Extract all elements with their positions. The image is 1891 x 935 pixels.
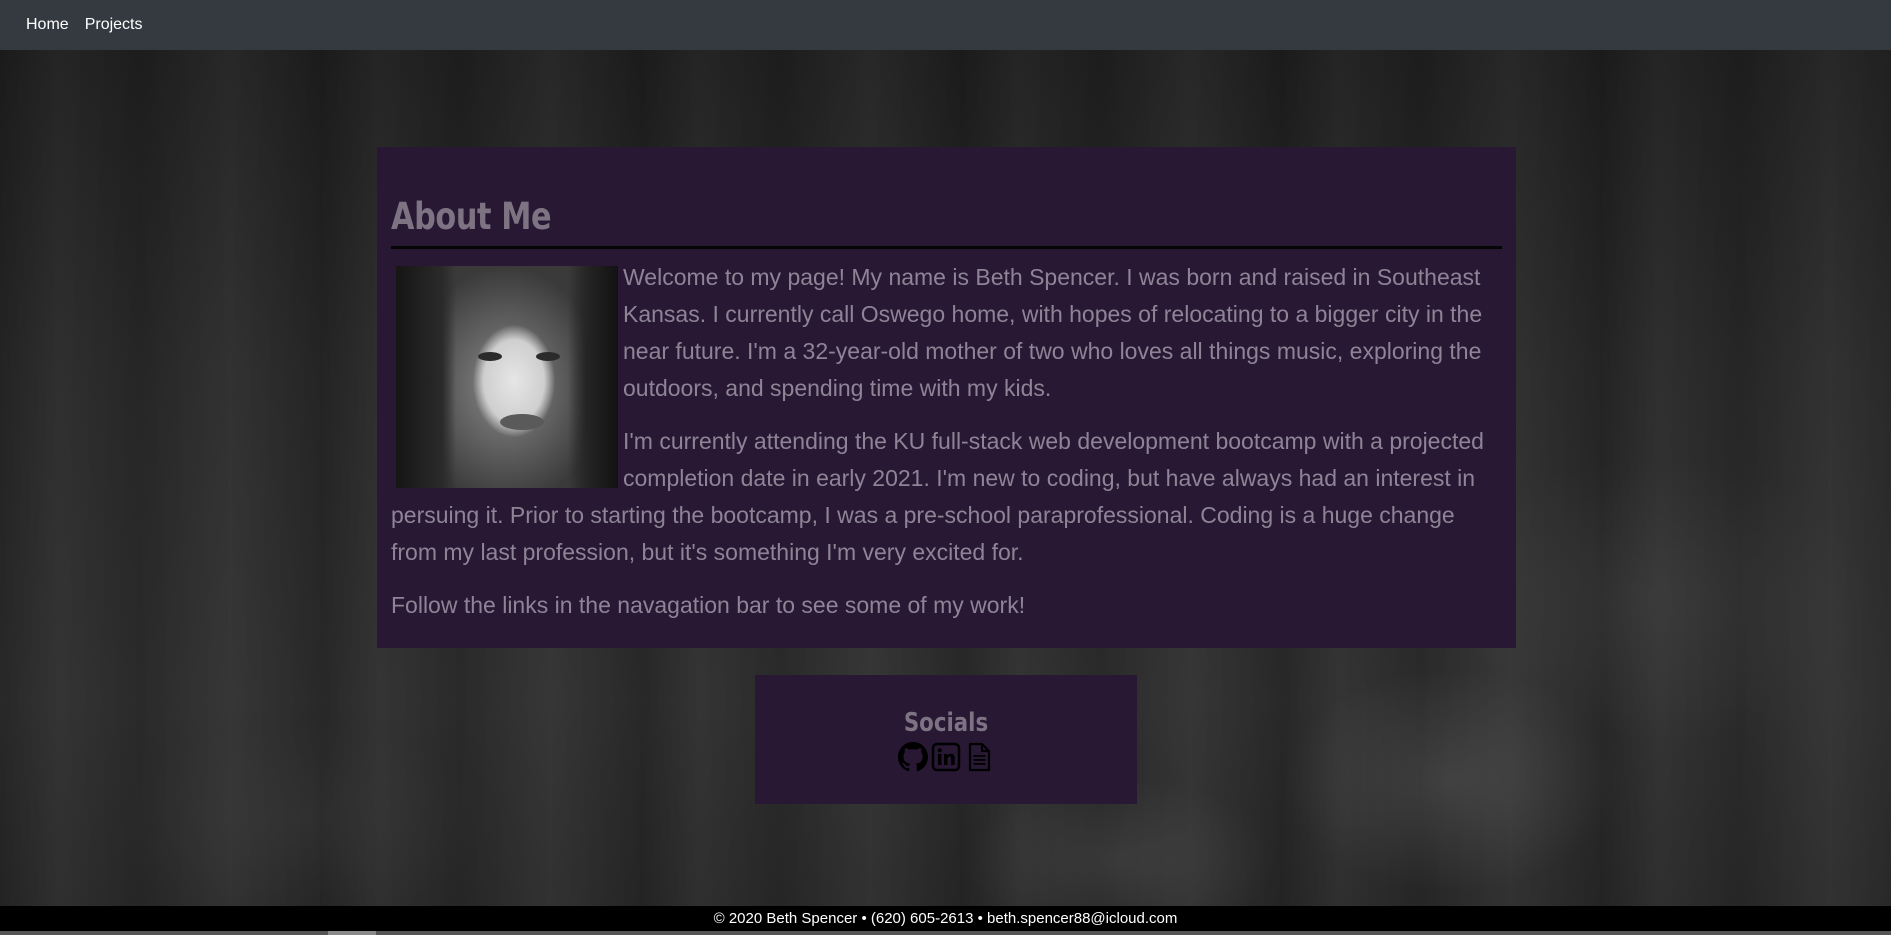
profile-photo — [396, 266, 618, 488]
navbar: Home Projects — [0, 0, 1891, 50]
title-divider — [391, 246, 1502, 249]
github-icon[interactable] — [898, 742, 928, 772]
about-paragraph-3: Follow the links in the navagation bar t… — [391, 592, 1026, 618]
nav-link-home[interactable]: Home — [26, 16, 69, 34]
about-card: About Me Welcome to my page! My name is … — [377, 147, 1516, 648]
socials-title: Socials — [903, 708, 989, 738]
resume-icon[interactable] — [964, 742, 994, 772]
about-title: About Me — [391, 195, 552, 238]
horizontal-scrollbar[interactable] — [0, 931, 1891, 935]
nav-link-projects[interactable]: Projects — [85, 16, 143, 34]
footer-text: © 2020 Beth Spencer • (620) 605-2613 • b… — [713, 910, 1178, 927]
scrollbar-thumb[interactable] — [328, 931, 376, 935]
linkedin-icon[interactable] — [931, 742, 961, 772]
social-icons — [755, 742, 1137, 772]
footer: © 2020 Beth Spencer • (620) 605-2613 • b… — [0, 906, 1891, 931]
socials-card: Socials — [755, 675, 1137, 804]
about-body: Welcome to my page! My name is Beth Spen… — [391, 259, 1502, 640]
